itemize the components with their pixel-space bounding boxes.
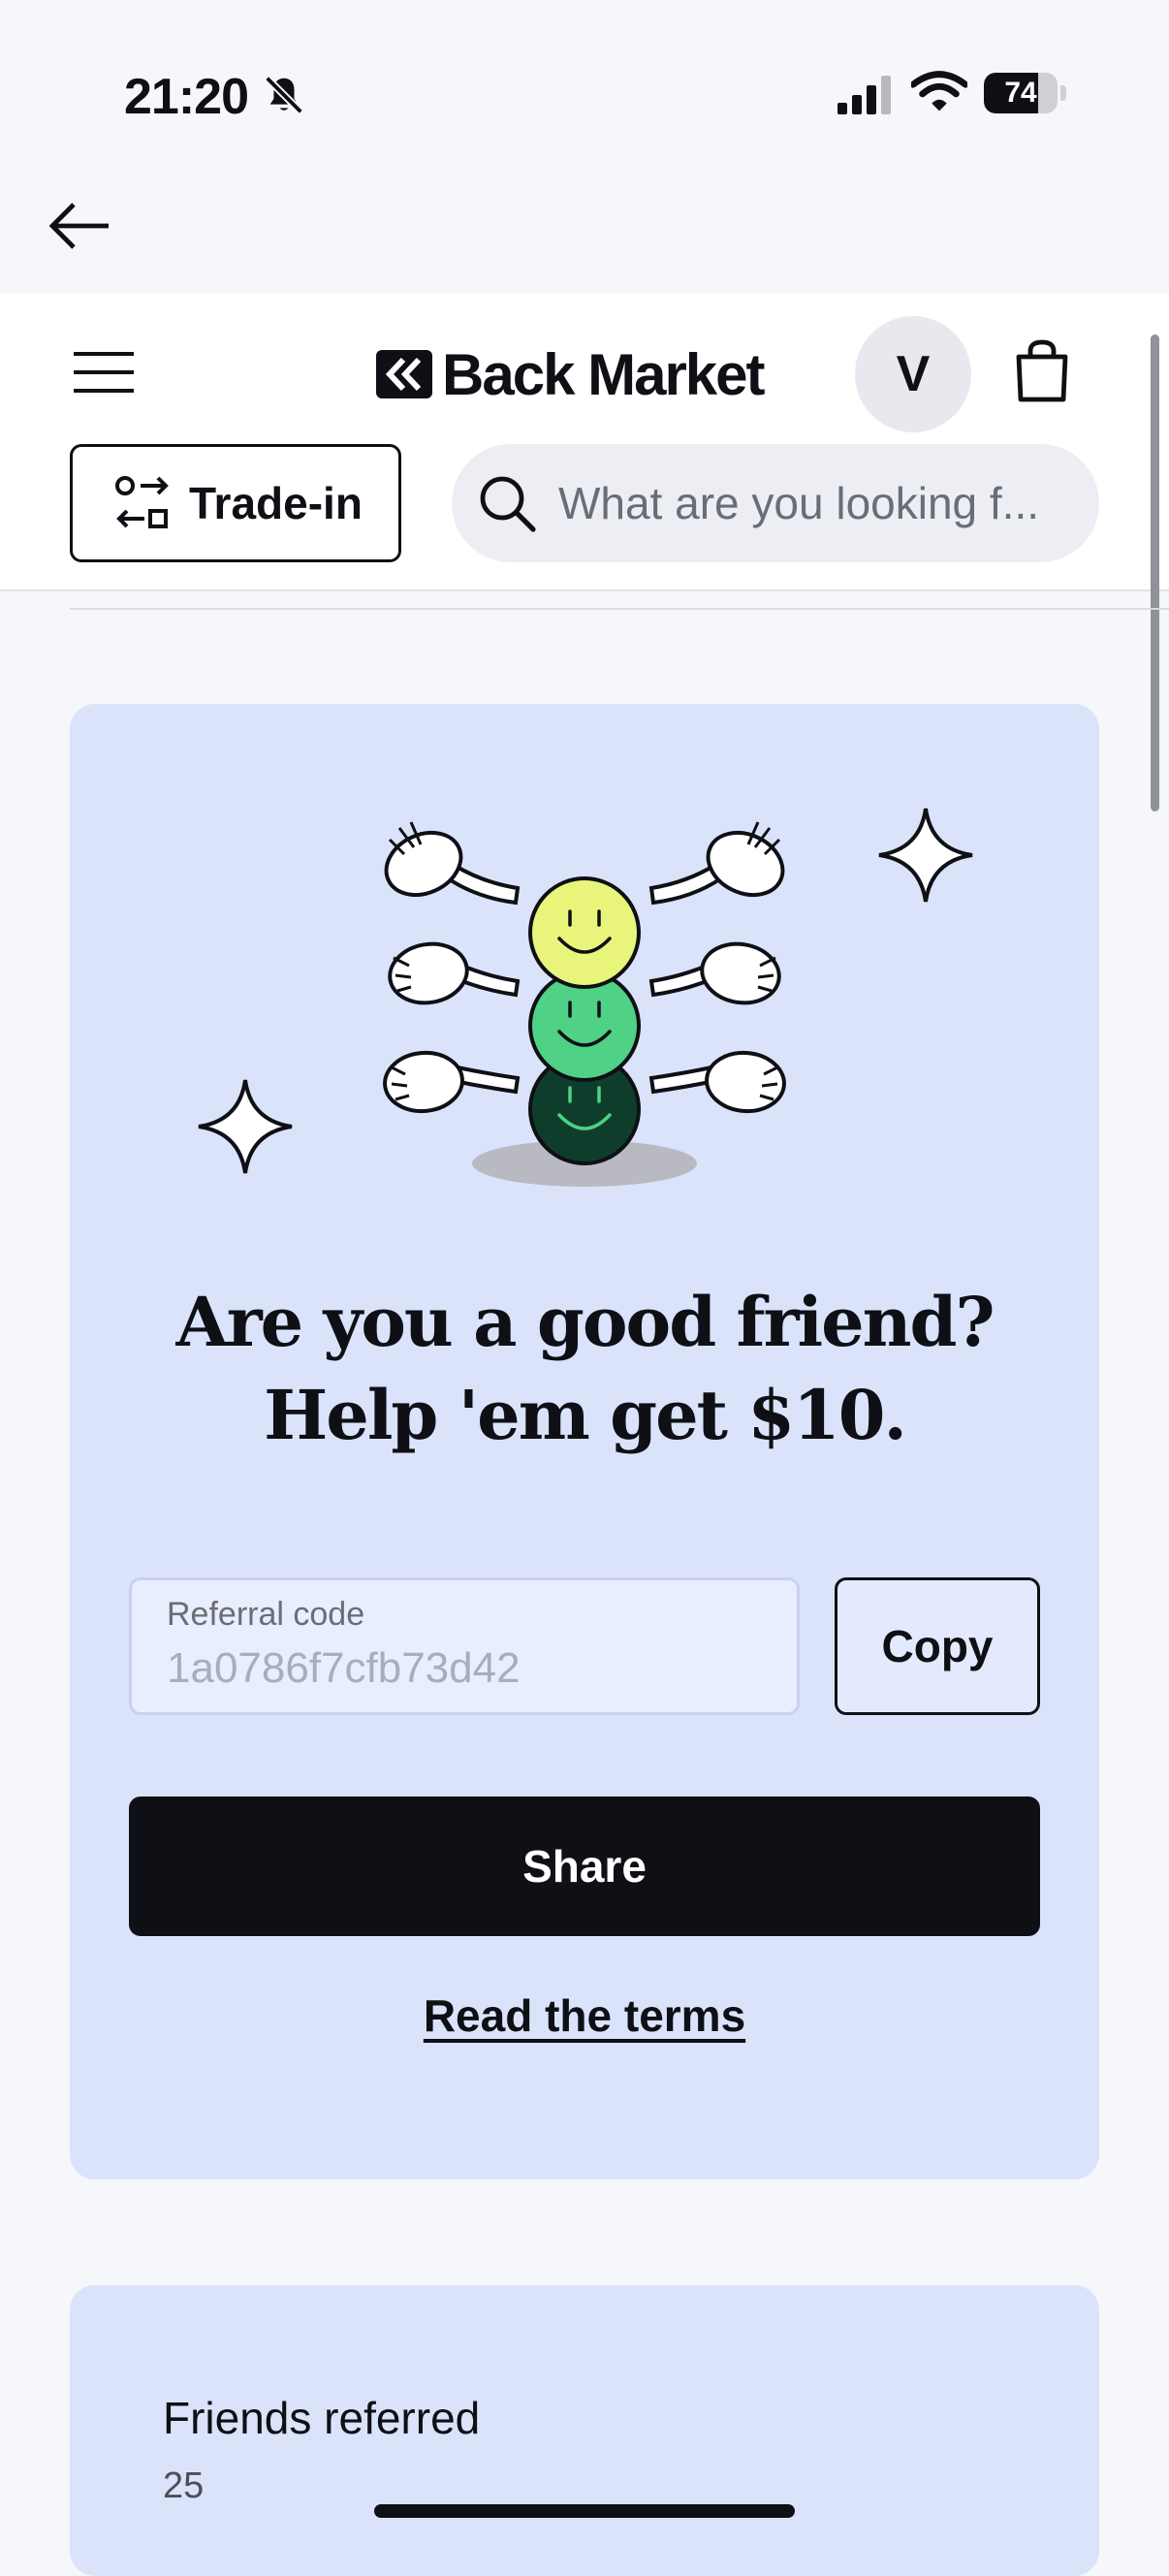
back-market-logo-icon bbox=[376, 350, 432, 398]
headline-line-2: Help 'em get $10. bbox=[264, 1375, 907, 1455]
home-indicator[interactable] bbox=[374, 2504, 795, 2518]
bell-slash-icon bbox=[265, 76, 303, 114]
sparkle-icon bbox=[878, 808, 973, 903]
search-icon bbox=[480, 476, 536, 532]
wifi-icon bbox=[911, 71, 967, 111]
referral-code-value[interactable]: 1a0786f7cfb73d42 bbox=[167, 1644, 521, 1693]
brand-name: Back Market bbox=[442, 341, 766, 407]
battery-icon: 74 bbox=[984, 73, 1067, 113]
friends-illustration bbox=[198, 808, 973, 1187]
signal-icon bbox=[837, 76, 891, 114]
terms-link-container: Read the terms bbox=[70, 1989, 1099, 2042]
search-input[interactable] bbox=[558, 477, 1062, 529]
menu-icon[interactable] bbox=[74, 350, 134, 395]
trade-in-icon bbox=[115, 476, 169, 528]
trade-in-button[interactable]: Trade-in bbox=[70, 444, 401, 562]
sparkle-icon bbox=[198, 1079, 293, 1174]
search-bar[interactable] bbox=[452, 444, 1099, 562]
referral-code-label: Referral code bbox=[167, 1596, 365, 1633]
friends-referred-card: Friends referred 25 bbox=[70, 2285, 1099, 2576]
status-time: 21:20 bbox=[124, 69, 249, 125]
scrollbar[interactable] bbox=[1151, 334, 1159, 811]
referral-card: Are you a good friend? Help 'em get $10.… bbox=[70, 704, 1099, 2179]
shopping-bag-icon[interactable] bbox=[1013, 339, 1071, 403]
status-bar: 21:20 74 bbox=[0, 0, 1169, 194]
referral-headline: Are you a good friend? Help 'em get $10. bbox=[70, 1276, 1099, 1462]
trade-in-label: Trade-in bbox=[189, 478, 363, 528]
friends-referred-count: 25 bbox=[163, 2465, 205, 2506]
read-terms-link[interactable]: Read the terms bbox=[424, 1990, 745, 2041]
copy-button[interactable]: Copy bbox=[835, 1577, 1040, 1715]
friends-referred-label: Friends referred bbox=[163, 2393, 481, 2443]
user-avatar[interactable]: V bbox=[855, 316, 971, 432]
site-header: Back Market V Trade-in bbox=[0, 293, 1169, 591]
referral-code-field[interactable]: Referral code 1a0786f7cfb73d42 bbox=[129, 1577, 800, 1715]
brand-logo[interactable]: Back Market bbox=[376, 341, 766, 407]
battery-level: 74 bbox=[1004, 77, 1037, 109]
share-button[interactable]: Share bbox=[129, 1797, 1040, 1936]
divider bbox=[70, 608, 1169, 610]
headline-line-1: Are you a good friend? bbox=[175, 1282, 995, 1362]
back-arrow-icon[interactable] bbox=[48, 199, 112, 253]
